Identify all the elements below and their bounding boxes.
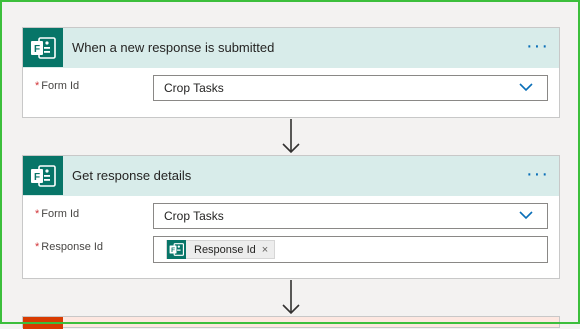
trigger-card-title: When a new response is submitted	[72, 40, 275, 55]
response-id-field[interactable]: F Response Id ×	[153, 236, 548, 263]
response-id-label-text: Response Id	[41, 241, 104, 253]
form-id-label-text: Form Id	[41, 80, 80, 92]
get-response-card-title: Get response details	[72, 168, 192, 183]
more-options-button[interactable]: ···	[526, 156, 549, 192]
get-response-card-header[interactable]: F Get response details ···	[23, 156, 559, 196]
chevron-down-icon[interactable]	[519, 83, 533, 92]
microsoft-forms-icon: F	[31, 164, 56, 187]
required-marker: *	[35, 241, 40, 253]
form-id-value: Crop Tasks	[164, 81, 224, 95]
form-id-label-text: Form Id	[41, 208, 80, 220]
forms-token-tile: F	[167, 240, 186, 259]
required-marker: *	[35, 208, 40, 220]
down-arrow-icon	[282, 119, 300, 154]
response-id-token-label: Response Id	[194, 243, 256, 256]
required-marker: *	[35, 80, 40, 92]
office-connector-tile	[23, 317, 63, 329]
svg-text:F: F	[34, 44, 40, 55]
forms-tile: F	[23, 156, 63, 195]
down-arrow-icon	[282, 280, 300, 315]
next-action-card[interactable]	[22, 316, 560, 329]
more-options-button[interactable]: ···	[526, 28, 549, 64]
form-id-dropdown[interactable]: Crop Tasks	[153, 203, 548, 229]
svg-text:F: F	[171, 247, 175, 254]
chevron-down-icon[interactable]	[519, 211, 533, 220]
response-id-label: * Response Id	[35, 241, 103, 253]
form-id-dropdown[interactable]: Crop Tasks	[153, 75, 548, 101]
microsoft-forms-icon: F	[169, 243, 184, 256]
microsoft-forms-icon: F	[31, 36, 56, 59]
response-id-token[interactable]: F Response Id ×	[166, 240, 276, 259]
forms-tile: F	[23, 28, 63, 67]
get-response-card[interactable]: F Get response details ··· * Form Id Crop…	[22, 155, 560, 279]
svg-text:F: F	[34, 172, 40, 183]
remove-token-button[interactable]: ×	[262, 244, 274, 256]
form-id-label: * Form Id	[35, 208, 79, 220]
form-id-value: Crop Tasks	[164, 209, 224, 223]
form-id-label: * Form Id	[35, 80, 79, 92]
trigger-card[interactable]: F When a new response is submitted ··· *…	[22, 27, 560, 118]
trigger-card-header[interactable]: F When a new response is submitted ···	[23, 28, 559, 68]
